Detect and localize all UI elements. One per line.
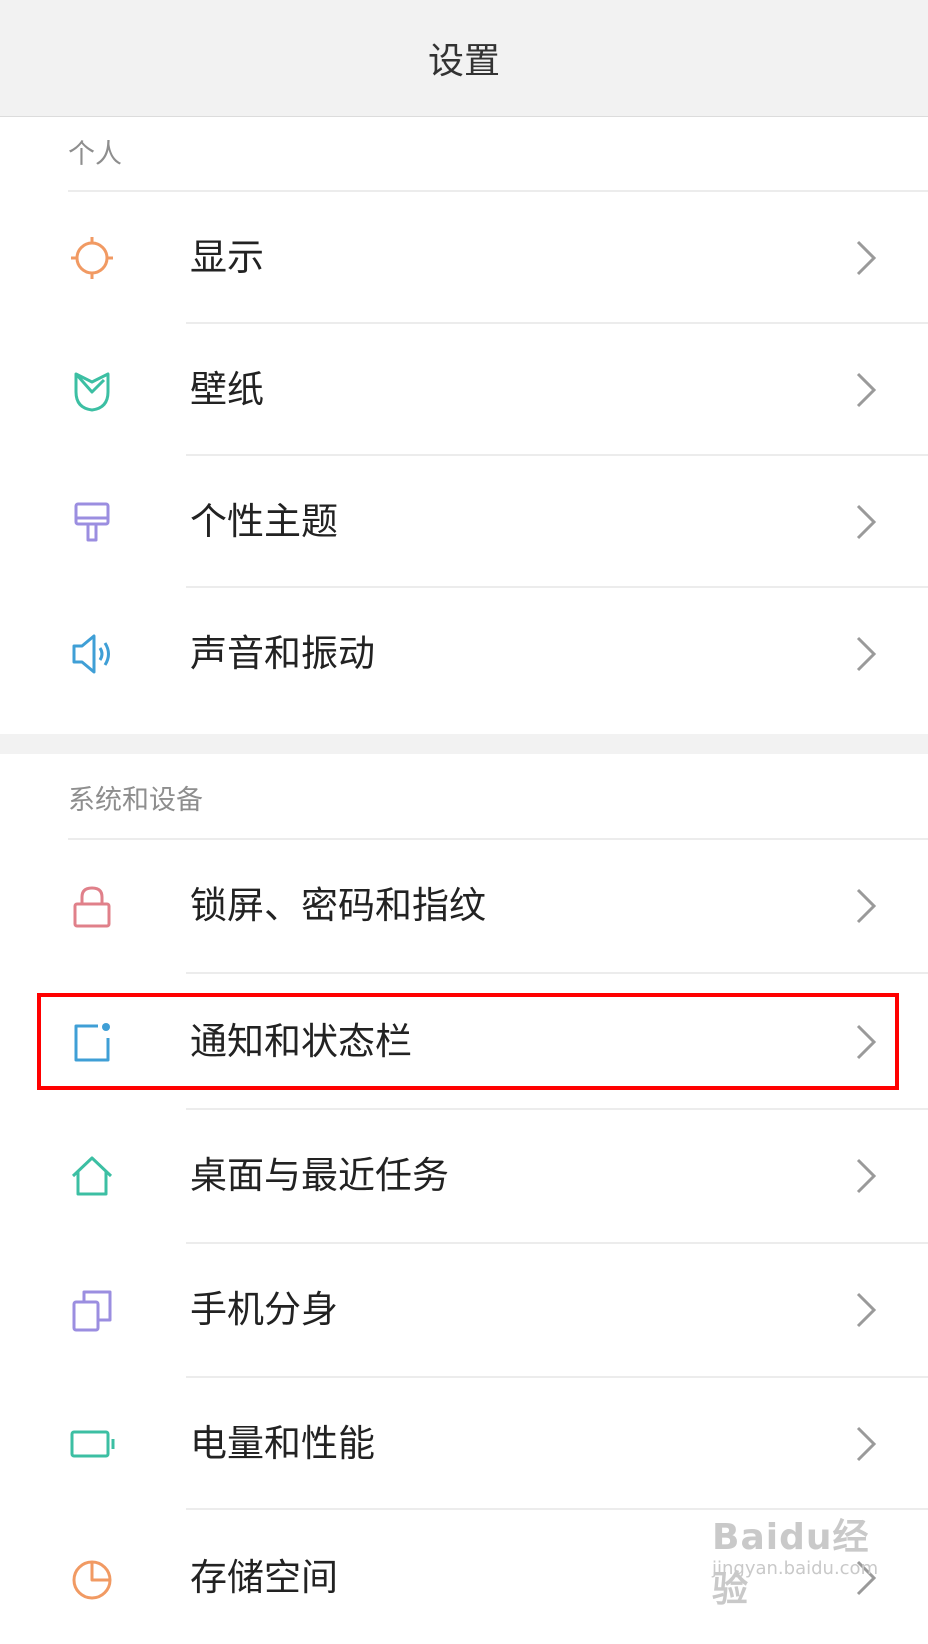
home-icon bbox=[68, 1152, 116, 1200]
chevron-right-icon bbox=[854, 884, 878, 928]
settings-item-label: 显示 bbox=[190, 236, 264, 279]
settings-item-dual-apps[interactable]: 手机分身 bbox=[0, 1244, 928, 1376]
settings-item-label: 个性主题 bbox=[190, 500, 338, 543]
tulip-icon bbox=[68, 366, 116, 414]
top-bar: 设置 bbox=[0, 0, 928, 117]
settings-item-label: 锁屏、密码和指纹 bbox=[190, 884, 486, 927]
settings-item-label: 桌面与最近任务 bbox=[190, 1154, 449, 1197]
speaker-icon bbox=[68, 630, 116, 678]
settings-item-label: 壁纸 bbox=[190, 368, 264, 411]
settings-item-lockscreen[interactable]: 锁屏、密码和指纹 bbox=[0, 840, 928, 972]
settings-item-label: 声音和振动 bbox=[190, 632, 375, 675]
chevron-right-icon bbox=[854, 1288, 878, 1332]
dual-app-icon bbox=[68, 1286, 116, 1334]
chevron-right-icon bbox=[854, 500, 878, 544]
paint-roller-icon bbox=[68, 498, 116, 546]
page-title: 设置 bbox=[427, 41, 500, 82]
storage-pie-icon bbox=[68, 1554, 116, 1602]
baidu-jingyan-watermark: Baidu经验 jingyan.baidu.com bbox=[712, 1508, 882, 1610]
settings-item-wallpaper[interactable]: 壁纸 bbox=[0, 324, 928, 456]
settings-item-battery[interactable]: 电量和性能 bbox=[0, 1378, 928, 1510]
settings-item-label: 手机分身 bbox=[190, 1288, 338, 1331]
settings-item-display[interactable]: 显示 bbox=[0, 192, 928, 324]
settings-item-label: 电量和性能 bbox=[190, 1422, 375, 1465]
settings-item-sound[interactable]: 声音和振动 bbox=[0, 588, 928, 720]
watermark-url: jingyan.baidu.com bbox=[712, 1558, 879, 1579]
chevron-right-icon bbox=[854, 1422, 878, 1466]
section-header-system: 系统和设备 bbox=[68, 785, 203, 816]
settings-item-home-recents[interactable]: 桌面与最近任务 bbox=[0, 1110, 928, 1242]
section-header-personal: 个人 bbox=[68, 139, 122, 170]
chevron-right-icon bbox=[854, 368, 878, 412]
lock-icon bbox=[68, 882, 116, 930]
section-separator bbox=[0, 734, 928, 754]
settings-item-label: 存储空间 bbox=[190, 1556, 338, 1599]
chevron-right-icon bbox=[854, 236, 878, 280]
settings-item-themes[interactable]: 个性主题 bbox=[0, 456, 928, 588]
highlight-box bbox=[37, 993, 899, 1090]
chevron-right-icon bbox=[854, 632, 878, 676]
battery-icon bbox=[68, 1420, 116, 1468]
sun-icon bbox=[68, 234, 116, 282]
chevron-right-icon bbox=[854, 1154, 878, 1198]
divider bbox=[186, 972, 928, 974]
